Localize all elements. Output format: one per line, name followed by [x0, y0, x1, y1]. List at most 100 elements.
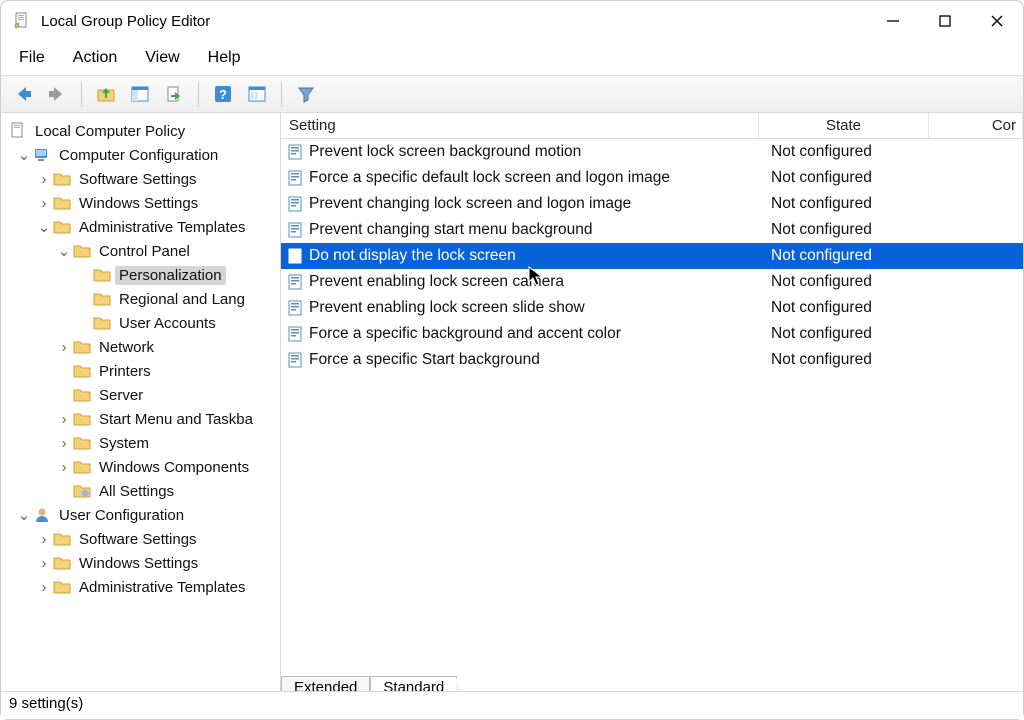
list-row[interactable]: Prevent changing lock screen and logon i… — [281, 191, 1023, 217]
tree-label: Administrative Templates — [75, 578, 249, 597]
list-row[interactable]: Do not display the lock screenNot config… — [281, 243, 1023, 269]
help-button[interactable]: ? — [209, 80, 237, 108]
settings-list-pane: Setting State Cor Prevent lock screen ba… — [281, 113, 1023, 719]
user-icon — [33, 506, 51, 524]
folder-icon — [53, 578, 71, 596]
tree-item[interactable]: › Administrative Templates — [7, 575, 280, 599]
back-button[interactable] — [9, 80, 37, 108]
tree-user-config[interactable]: ⌄ User Configuration — [7, 503, 280, 527]
menu-view[interactable]: View — [141, 47, 183, 69]
window-title: Local Group Policy Editor — [41, 13, 210, 30]
tree-item[interactable]: › Software Settings — [7, 167, 280, 191]
setting-name: Prevent lock screen background motion — [307, 143, 759, 161]
chevron-right-icon[interactable]: › — [37, 171, 51, 188]
chevron-right-icon[interactable]: › — [57, 339, 71, 356]
forward-button[interactable] — [43, 80, 71, 108]
folder-icon — [93, 266, 111, 284]
setting-name: Do not display the lock screen — [307, 247, 759, 265]
tree-item[interactable]: Regional and Lang — [7, 287, 280, 311]
folder-icon — [53, 530, 71, 548]
minimize-button[interactable] — [867, 3, 919, 39]
chevron-down-icon[interactable]: ⌄ — [57, 242, 71, 260]
tree-item[interactable]: Printers — [7, 359, 280, 383]
folder-icon — [93, 290, 111, 308]
tree-control-panel[interactable]: ⌄ Control Panel — [7, 239, 280, 263]
folder-icon — [53, 194, 71, 212]
tree-admin-templates[interactable]: ⌄ Administrative Templates — [7, 215, 280, 239]
tree-label: Server — [95, 386, 147, 405]
tree-root[interactable]: Local Computer Policy — [7, 119, 280, 143]
tree-item[interactable]: › Software Settings — [7, 527, 280, 551]
column-setting[interactable]: Setting — [281, 113, 759, 138]
chevron-right-icon[interactable]: › — [37, 555, 51, 572]
list-row[interactable]: Force a specific default lock screen and… — [281, 165, 1023, 191]
status-bar: 9 setting(s) — [1, 691, 1023, 719]
up-button[interactable] — [92, 80, 120, 108]
setting-state: Not configured — [759, 221, 929, 239]
tree-label: User Configuration — [55, 506, 188, 525]
chevron-right-icon[interactable]: › — [37, 195, 51, 212]
chevron-right-icon[interactable]: › — [37, 531, 51, 548]
folder-icon — [73, 362, 91, 380]
folder-icon — [53, 218, 71, 236]
tree-computer-config[interactable]: ⌄ Computer Configuration — [7, 143, 280, 167]
list-header: Setting State Cor — [281, 113, 1023, 139]
setting-icon — [285, 300, 307, 316]
app-icon — [13, 12, 31, 30]
tree-item[interactable]: Server — [7, 383, 280, 407]
tree-item[interactable]: All Settings — [7, 479, 280, 503]
maximize-button[interactable] — [919, 3, 971, 39]
tree-label: Software Settings — [75, 530, 201, 549]
menu-action[interactable]: Action — [69, 47, 121, 69]
setting-icon — [285, 248, 307, 264]
chevron-right-icon[interactable]: › — [57, 435, 71, 452]
content-area: Local Computer Policy ⌄ Computer Configu… — [1, 113, 1023, 719]
chevron-down-icon[interactable]: ⌄ — [17, 506, 31, 524]
tree-item[interactable]: › Start Menu and Taskba — [7, 407, 280, 431]
menu-bar: File Action View Help — [1, 41, 1023, 75]
menu-help[interactable]: Help — [204, 47, 245, 69]
setting-name: Prevent enabling lock screen slide show — [307, 299, 759, 317]
list-body: Prevent lock screen background motion Not… — [281, 139, 1023, 719]
tree-item[interactable]: › Windows Settings — [7, 191, 280, 215]
column-state[interactable]: State — [759, 113, 929, 138]
tree-item[interactable]: › Windows Settings — [7, 551, 280, 575]
tree-item[interactable]: › Windows Components — [7, 455, 280, 479]
chevron-right-icon[interactable]: › — [37, 579, 51, 596]
list-row[interactable]: Prevent lock screen background motionNot… — [281, 139, 1023, 165]
setting-name: Prevent changing start menu background — [307, 221, 759, 239]
list-row[interactable]: Force a specific background and accent c… — [281, 321, 1023, 347]
tree-item[interactable]: › System — [7, 431, 280, 455]
chevron-right-icon[interactable]: › — [57, 411, 71, 428]
tree-item[interactable]: › Network — [7, 335, 280, 359]
status-text: 9 setting(s) — [9, 695, 83, 712]
close-button[interactable] — [971, 3, 1023, 39]
export-button[interactable] — [160, 80, 188, 108]
svg-text:?: ? — [219, 87, 227, 102]
policy-tree[interactable]: Local Computer Policy ⌄ Computer Configu… — [1, 113, 280, 599]
show-hide-tree-button[interactable] — [126, 80, 154, 108]
list-row[interactable]: Prevent enabling lock screen cameraNot c… — [281, 269, 1023, 295]
tree-label: Personalization — [115, 266, 226, 285]
folder-icon — [53, 170, 71, 188]
tree-personalization[interactable]: Personalization — [7, 263, 280, 287]
chevron-down-icon[interactable]: ⌄ — [37, 218, 51, 236]
tree-label: Administrative Templates — [75, 218, 249, 237]
list-row[interactable]: Force a specific Start backgroundNot con… — [281, 347, 1023, 373]
setting-name: Force a specific background and accent c… — [307, 325, 759, 343]
tree-label: Computer Configuration — [55, 146, 222, 165]
chevron-right-icon[interactable]: › — [57, 459, 71, 476]
chevron-down-icon[interactable]: ⌄ — [17, 146, 31, 164]
menu-file[interactable]: File — [15, 47, 49, 69]
setting-icon — [285, 222, 307, 238]
list-row[interactable]: Prevent enabling lock screen slide showN… — [281, 295, 1023, 321]
tree-item[interactable]: User Accounts — [7, 311, 280, 335]
filter-button[interactable] — [292, 80, 320, 108]
setting-name: Prevent changing lock screen and logon i… — [307, 195, 759, 213]
folder-icon — [73, 458, 91, 476]
tree-label: Control Panel — [95, 242, 194, 261]
properties-button[interactable] — [243, 80, 271, 108]
computer-icon — [33, 146, 51, 164]
list-row[interactable]: Prevent changing start menu backgroundNo… — [281, 217, 1023, 243]
column-comment[interactable]: Cor — [929, 113, 1023, 138]
